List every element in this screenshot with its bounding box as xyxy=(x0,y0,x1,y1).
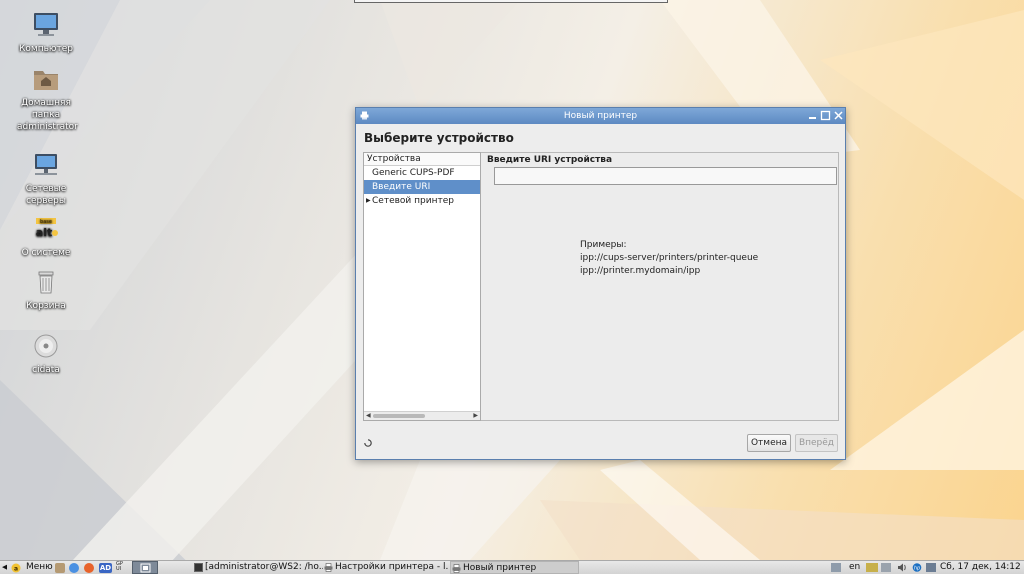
desktop-icon-label: Корзина xyxy=(26,301,66,311)
desktop-icon-trash[interactable]: Корзина xyxy=(8,267,84,312)
desktop-icon-about-system[interactable]: base alt О системе xyxy=(8,214,84,259)
desktop-icon-label: О системе xyxy=(21,248,71,258)
file-manager-icon[interactable] xyxy=(55,563,65,573)
desktop-icon-network-servers[interactable]: Сетевые серверы xyxy=(8,150,84,207)
printer-icon xyxy=(452,564,461,573)
clock[interactable]: Сб, 17 дек, 14:12 xyxy=(940,561,1021,574)
gpui-icon[interactable]: GP UI xyxy=(116,562,128,572)
desktop-icon-label: Сетевые серверы xyxy=(25,184,67,206)
examples-line: ipp://cups-server/printers/printer-queue xyxy=(580,253,759,263)
device-item-label: Generic CUPS-PDF xyxy=(372,168,455,178)
spinner-icon xyxy=(364,439,372,447)
disc-icon xyxy=(34,334,58,358)
dialog-titlebar[interactable]: Новый принтер xyxy=(356,108,845,124)
ad-icon[interactable]: AD xyxy=(99,563,112,573)
forward-button[interactable]: Вперёд xyxy=(795,434,838,452)
device-item-generic-cups-pdf[interactable]: Generic CUPS-PDF xyxy=(364,166,480,180)
menu-icon: a xyxy=(11,563,21,573)
computer-icon xyxy=(34,13,58,36)
uri-examples: Примеры: ipp://cups-server/printers/prin… xyxy=(580,239,758,278)
dialog-title: Новый принтер xyxy=(563,111,638,121)
background-window-edge[interactable] xyxy=(354,0,668,3)
desktop-icon-home-folder[interactable]: Домашняя папка administrator xyxy=(8,64,84,133)
alt-logo-icon: base alt xyxy=(36,218,58,239)
device-item-enter-uri[interactable]: Введите URI xyxy=(364,180,480,194)
taskbar: ◀ a Меню AD GP UI [administrator@WS2: /h… xyxy=(0,560,1024,574)
desktop-icon-label: Домашняя папка administrator xyxy=(17,98,78,132)
task-printer-settings[interactable]: Настройки принтера - l... xyxy=(323,561,449,574)
task-label: Новый принтер xyxy=(463,563,537,573)
examples-line: ipp://printer.mydomain/ipp xyxy=(580,266,701,276)
task-new-printer[interactable]: Новый принтер xyxy=(450,561,579,574)
task-label: Настройки принтера - l... xyxy=(335,562,449,572)
examples-line: Примеры: xyxy=(580,240,627,250)
firefox-icon[interactable] xyxy=(84,563,94,573)
svg-text:alt: alt xyxy=(36,226,52,239)
uri-label: Введите URI устройства xyxy=(487,155,613,165)
desktop-icon-label: Компьютер xyxy=(19,44,73,54)
home-folder-icon xyxy=(34,71,58,90)
horizontal-scrollbar[interactable]: ◀ ▶ xyxy=(364,411,480,420)
tray-app-icon[interactable] xyxy=(866,563,878,572)
menu-button[interactable]: a Меню xyxy=(10,561,54,574)
printer-icon[interactable] xyxy=(360,111,369,120)
device-item-network-printer[interactable]: ▶ Сетевой принтер xyxy=(364,194,480,208)
desktop-icon-computer[interactable]: Компьютер xyxy=(8,10,84,55)
browser-icon[interactable] xyxy=(69,563,79,573)
desktop-icon-label: cidata xyxy=(32,365,60,375)
maximize-icon[interactable] xyxy=(820,110,831,121)
expand-arrow-icon[interactable]: ▶ xyxy=(366,194,371,208)
hp-icon[interactable]: hp xyxy=(911,563,923,572)
workspace-icon xyxy=(140,563,151,573)
device-item-label: Введите URI xyxy=(372,182,431,192)
dialog-heading: Выберите устройство xyxy=(364,131,514,145)
cancel-button[interactable]: Отмена xyxy=(747,434,791,452)
network-status-icon[interactable] xyxy=(831,563,841,572)
network-servers-icon xyxy=(35,154,57,175)
keyboard-layout[interactable]: en xyxy=(849,561,860,574)
tray-monitor-icon[interactable] xyxy=(926,563,936,572)
scroll-right-icon[interactable]: ▶ xyxy=(473,412,478,420)
task-label: [administrator@WS2: /ho... xyxy=(205,562,323,572)
svg-text:base: base xyxy=(40,219,52,225)
desktop-icon-cidata[interactable]: cidata xyxy=(8,331,84,376)
minimize-icon[interactable] xyxy=(807,110,818,121)
uri-panel: Введите URI устройства Примеры: ipp://cu… xyxy=(481,152,839,421)
tray-device-icon[interactable] xyxy=(881,563,891,572)
printer-icon xyxy=(324,563,333,572)
svg-text:hp: hp xyxy=(914,566,920,572)
trash-icon xyxy=(38,271,54,294)
terminal-icon xyxy=(194,563,203,572)
scrollbar-thumb[interactable] xyxy=(373,414,425,418)
menu-label: Меню xyxy=(26,562,53,572)
desktop-switcher[interactable] xyxy=(132,561,158,574)
device-tree[interactable]: Устройства Generic CUPS-PDF Введите URI … xyxy=(363,152,481,421)
new-printer-dialog: Новый принтер Выберите устройство Устрой… xyxy=(355,107,846,460)
device-tree-header[interactable]: Устройства xyxy=(364,153,480,166)
volume-icon[interactable] xyxy=(897,563,907,572)
uri-input[interactable] xyxy=(494,167,837,185)
panel-left-arrow-icon[interactable]: ◀ xyxy=(2,561,7,574)
device-item-label: Сетевой принтер xyxy=(372,196,454,206)
task-terminal[interactable]: [administrator@WS2: /ho... xyxy=(193,561,323,574)
svg-text:a: a xyxy=(14,566,18,573)
scroll-left-icon[interactable]: ◀ xyxy=(366,412,371,420)
close-icon[interactable] xyxy=(833,110,844,121)
